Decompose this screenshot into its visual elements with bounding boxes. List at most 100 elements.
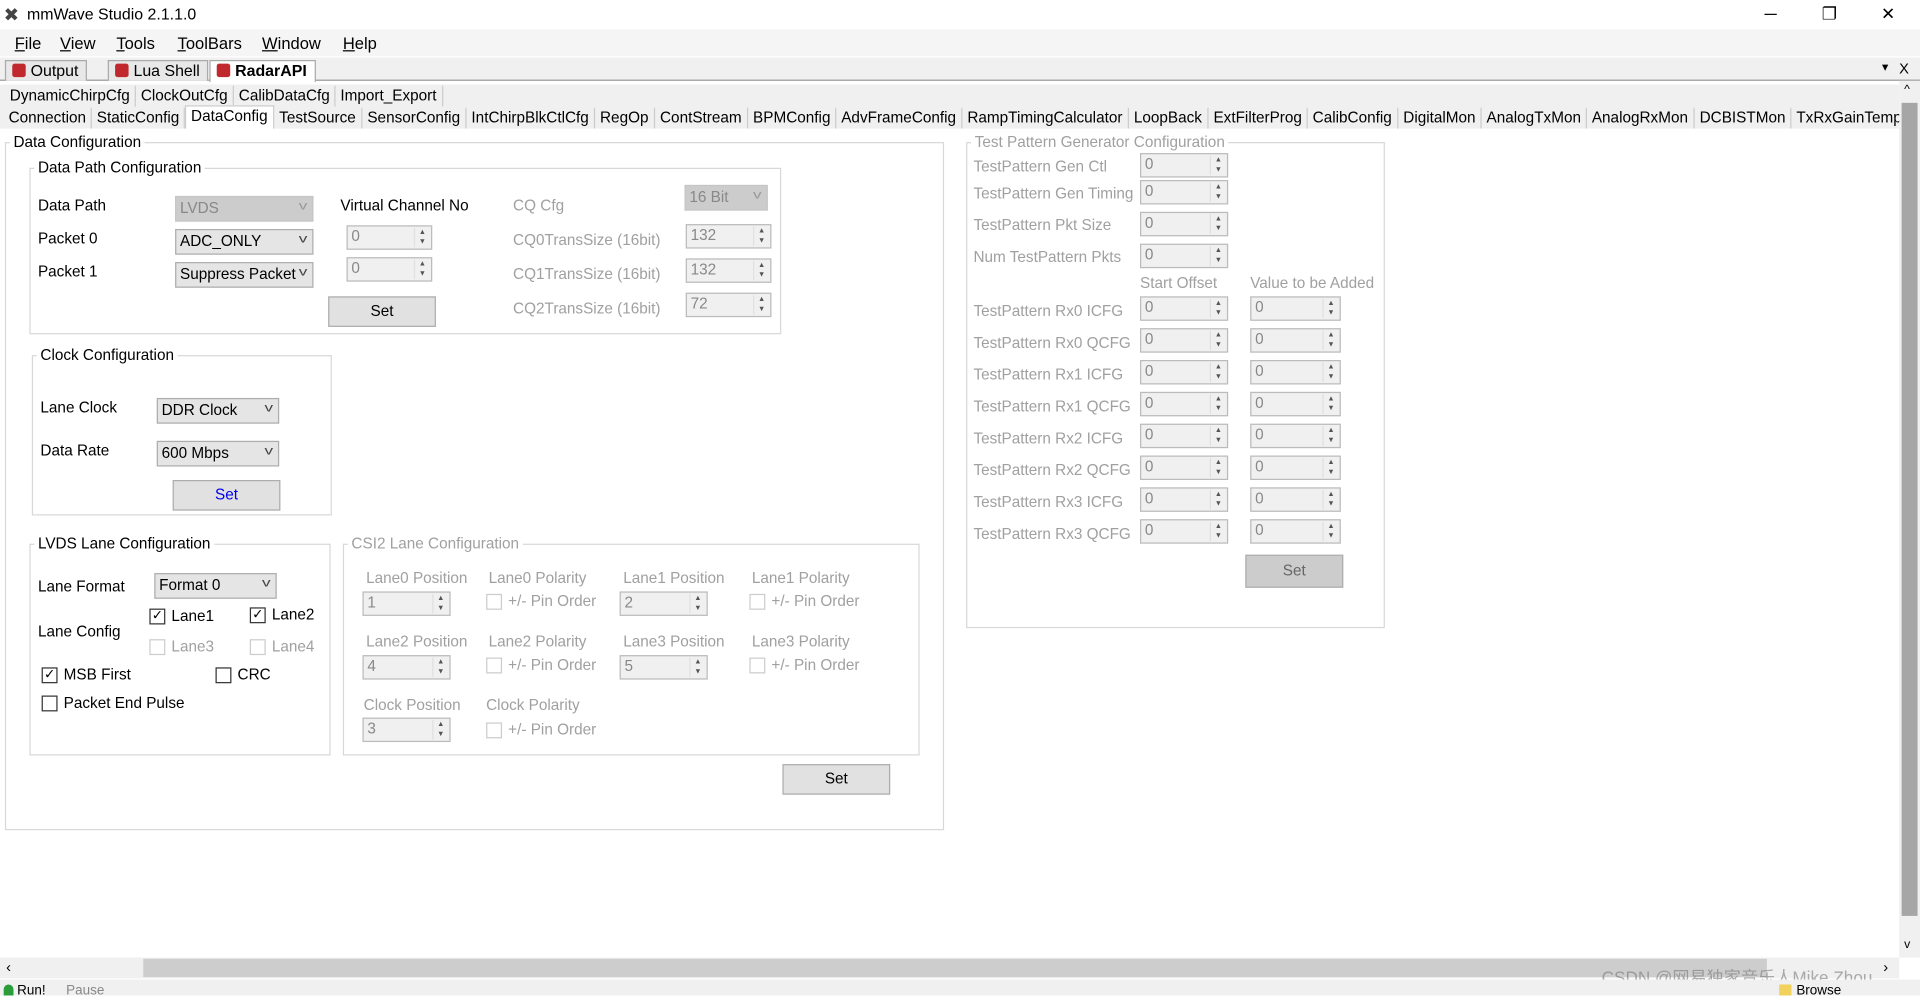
select-value: Format 0: [159, 576, 221, 594]
msb-first-checkbox[interactable]: ✓: [41, 667, 58, 684]
vertical-scrollbar[interactable]: ^ v: [1899, 80, 1920, 958]
spin-value: 0: [1255, 394, 1264, 412]
start-offset-header: Start Offset: [1140, 274, 1218, 292]
data-rate-select[interactable]: 600 Mbps v: [156, 440, 280, 467]
close-tab-button[interactable]: X: [1899, 60, 1909, 77]
value-to-add-spinner: 0 ▲ ▼: [1250, 487, 1341, 512]
spin-arrows-icon: ▲ ▼: [1209, 155, 1226, 176]
cq0-spinner: 132 ▲ ▼: [685, 224, 772, 249]
lane3-label: Lane3: [171, 637, 214, 656]
clock-pin-order-checkbox: [486, 722, 503, 739]
spin-value: 0: [1255, 298, 1264, 316]
spin-value: 0: [1144, 457, 1154, 476]
select-value: 16 Bit: [689, 188, 729, 206]
lane1-polarity-label: Lane1 Polarity: [751, 569, 850, 587]
packet0-select[interactable]: ADC_ONLY v: [175, 228, 314, 255]
select-value: ADC_ONLY: [180, 232, 262, 250]
spin-value: 0: [1255, 426, 1264, 444]
value-to-add-spinner: 0 ▲ ▼: [1250, 519, 1341, 544]
virtual-channel-1-spinner[interactable]: 0 ▲ ▼: [346, 257, 433, 282]
test-pattern-rx-label: TestPattern Rx0 QCFG: [973, 334, 1131, 352]
spin-arrows-icon: ▲ ▼: [1322, 394, 1338, 414]
value-to-add-spinner: 0 ▲ ▼: [1250, 360, 1341, 385]
chevron-down-icon: v: [264, 401, 274, 416]
spin-value: 0: [1144, 394, 1154, 412]
horizontal-scroll-thumb[interactable]: [143, 958, 1767, 978]
spin-arrows-icon: ▲ ▼: [1209, 214, 1226, 234]
lane2-checkbox[interactable]: ✓: [249, 607, 266, 624]
spin-arrows-icon: ▲ ▼: [753, 295, 769, 315]
spin-arrows-icon: ▲ ▼: [1209, 298, 1226, 319]
lane1-position-label: Lane1 Position: [623, 569, 725, 587]
packet-end-pulse-checkbox[interactable]: [41, 695, 58, 712]
spin-arrows-icon: ▲ ▼: [1209, 457, 1226, 478]
test-pattern-rx-label: TestPattern Rx2 ICFG: [973, 429, 1124, 447]
spin-arrows-icon: ▲ ▼: [432, 720, 448, 740]
lane0-pin-order-checkbox: [486, 593, 503, 610]
crc-checkbox[interactable]: [215, 667, 232, 684]
spin-arrows-icon: ▲ ▼: [1322, 298, 1338, 319]
spin-value: 0: [1144, 521, 1154, 539]
select-value: Suppress Packet: [180, 265, 296, 283]
virtual-channel-label: Virtual Channel No: [340, 197, 469, 215]
lane1-position-spinner: 2 ▲ ▼: [619, 591, 708, 616]
cq-cfg-select: 16 Bit v: [684, 184, 768, 211]
spin-arrows-icon[interactable]: ▲ ▼: [413, 259, 430, 280]
scroll-right-icon[interactable]: ›: [1883, 959, 1888, 976]
select-value: 600 Mbps: [161, 444, 229, 462]
run-icon: [3, 984, 14, 996]
data-path-label: Data Path: [37, 197, 107, 215]
scroll-up-icon[interactable]: ^: [1904, 83, 1910, 96]
spin-arrows-icon: ▲ ▼: [1209, 489, 1226, 510]
spin-arrows-icon: ▲ ▼: [1322, 457, 1338, 478]
spin-arrows-icon: ▲ ▼: [1322, 426, 1338, 446]
spin-arrows-icon: ▲ ▼: [1209, 330, 1226, 351]
spin-arrows-icon: ▲ ▼: [1209, 426, 1226, 446]
chevron-down-icon: v: [264, 444, 274, 458]
test-pattern-spinner: 0 ▲ ▼: [1140, 180, 1229, 205]
lane3-polarity-label: Lane3 Polarity: [751, 633, 850, 651]
data-path-set-button[interactable]: Set: [328, 296, 436, 327]
lane-format-select[interactable]: Format 0 v: [154, 573, 277, 599]
group-title: Data Configuration: [9, 134, 145, 151]
packet0-label: Packet 0: [37, 230, 98, 248]
spin-value: 3: [367, 720, 376, 738]
spin-value: 0: [1144, 489, 1154, 507]
test-pattern-rx-label: TestPattern Rx1 ICFG: [973, 366, 1124, 384]
crc-label: CRC: [237, 666, 271, 684]
spin-arrows-icon: ▲ ▼: [689, 593, 705, 614]
lane3-pin-order-label: +/- Pin Order: [771, 656, 860, 674]
lane3-pin-order-checkbox: [749, 657, 766, 674]
lane1-checkbox[interactable]: ✓: [149, 608, 166, 625]
spin-value: 0: [1255, 489, 1264, 507]
spin-value: 0: [1144, 330, 1154, 348]
cq2-label: CQ2TransSize (16bit): [513, 300, 661, 318]
start-offset-spinner: 0 ▲ ▼: [1140, 328, 1229, 353]
lane2-label: Lane2: [271, 606, 315, 624]
test-pattern-rx-label: TestPattern Rx3 ICFG: [973, 493, 1124, 511]
chevron-down-icon: v: [298, 232, 308, 247]
vertical-scroll-thumb[interactable]: [1901, 102, 1918, 916]
lane-clock-label: Lane Clock: [40, 399, 117, 417]
packet1-select[interactable]: Suppress Packet v: [175, 262, 314, 288]
spin-arrows-icon: ▲ ▼: [432, 593, 448, 614]
packet-end-pulse-label: Packet End Pulse: [63, 694, 185, 712]
clock-set-button[interactable]: Set: [172, 480, 281, 511]
scroll-down-icon[interactable]: v: [1904, 938, 1910, 951]
spin-arrows-icon: ▲ ▼: [1209, 394, 1226, 414]
scroll-left-icon[interactable]: ‹: [6, 959, 11, 976]
spin-arrows-icon[interactable]: ▲ ▼: [413, 227, 430, 248]
value-to-add-spinner: 0 ▲ ▼: [1250, 423, 1341, 449]
spin-arrows-icon: ▲ ▼: [1209, 521, 1226, 542]
spin-value: 0: [1255, 330, 1264, 348]
lane3-position-spinner: 5 ▲ ▼: [619, 655, 708, 680]
msb-first-label: MSB First: [63, 666, 131, 684]
lane2-pin-order-label: +/- Pin Order: [508, 656, 597, 674]
chevron-down-icon: v: [262, 576, 271, 591]
start-offset-spinner: 0 ▲ ▼: [1140, 519, 1229, 544]
spin-arrows-icon: ▲ ▼: [432, 657, 448, 678]
virtual-channel-0-spinner[interactable]: 0 ▲ ▼: [346, 225, 433, 250]
lane-clock-select[interactable]: DDR Clock v: [156, 397, 280, 424]
data-config-set-button[interactable]: Set: [782, 764, 891, 795]
chevron-down-icon: v: [298, 265, 308, 280]
